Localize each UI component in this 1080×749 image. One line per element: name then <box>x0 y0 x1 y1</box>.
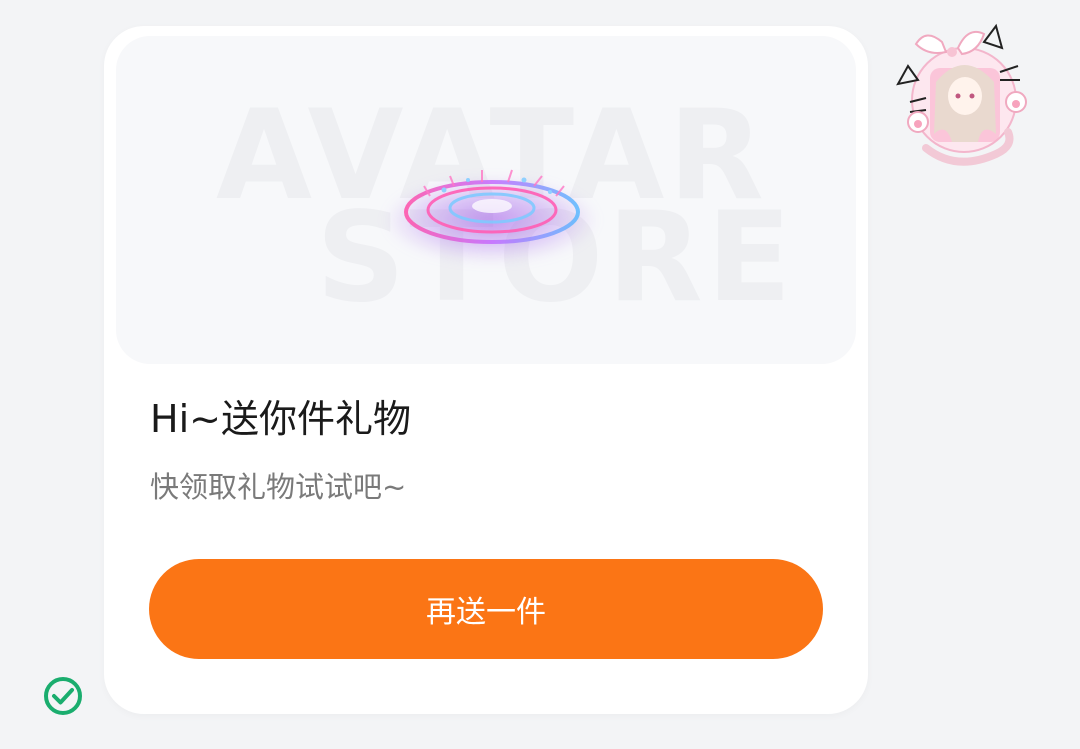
screen: AVATAR STORE Hi~送你件礼物 快领取礼物试试吧~ 再送一件 <box>0 0 1080 749</box>
magic-circle-icon <box>404 169 580 244</box>
gift-banner: AVATAR STORE <box>116 36 856 364</box>
anime-avatar-icon[interactable] <box>896 22 1038 168</box>
gift-title: Hi~送你件礼物 <box>150 397 411 441</box>
send-again-button[interactable]: 再送一件 <box>149 559 823 659</box>
gift-card: AVATAR STORE Hi~送你件礼物 快领取礼物试试吧~ 再送一件 <box>104 26 868 714</box>
gift-subtitle: 快领取礼物试试吧~ <box>150 470 407 504</box>
check-circle-icon <box>44 677 82 715</box>
